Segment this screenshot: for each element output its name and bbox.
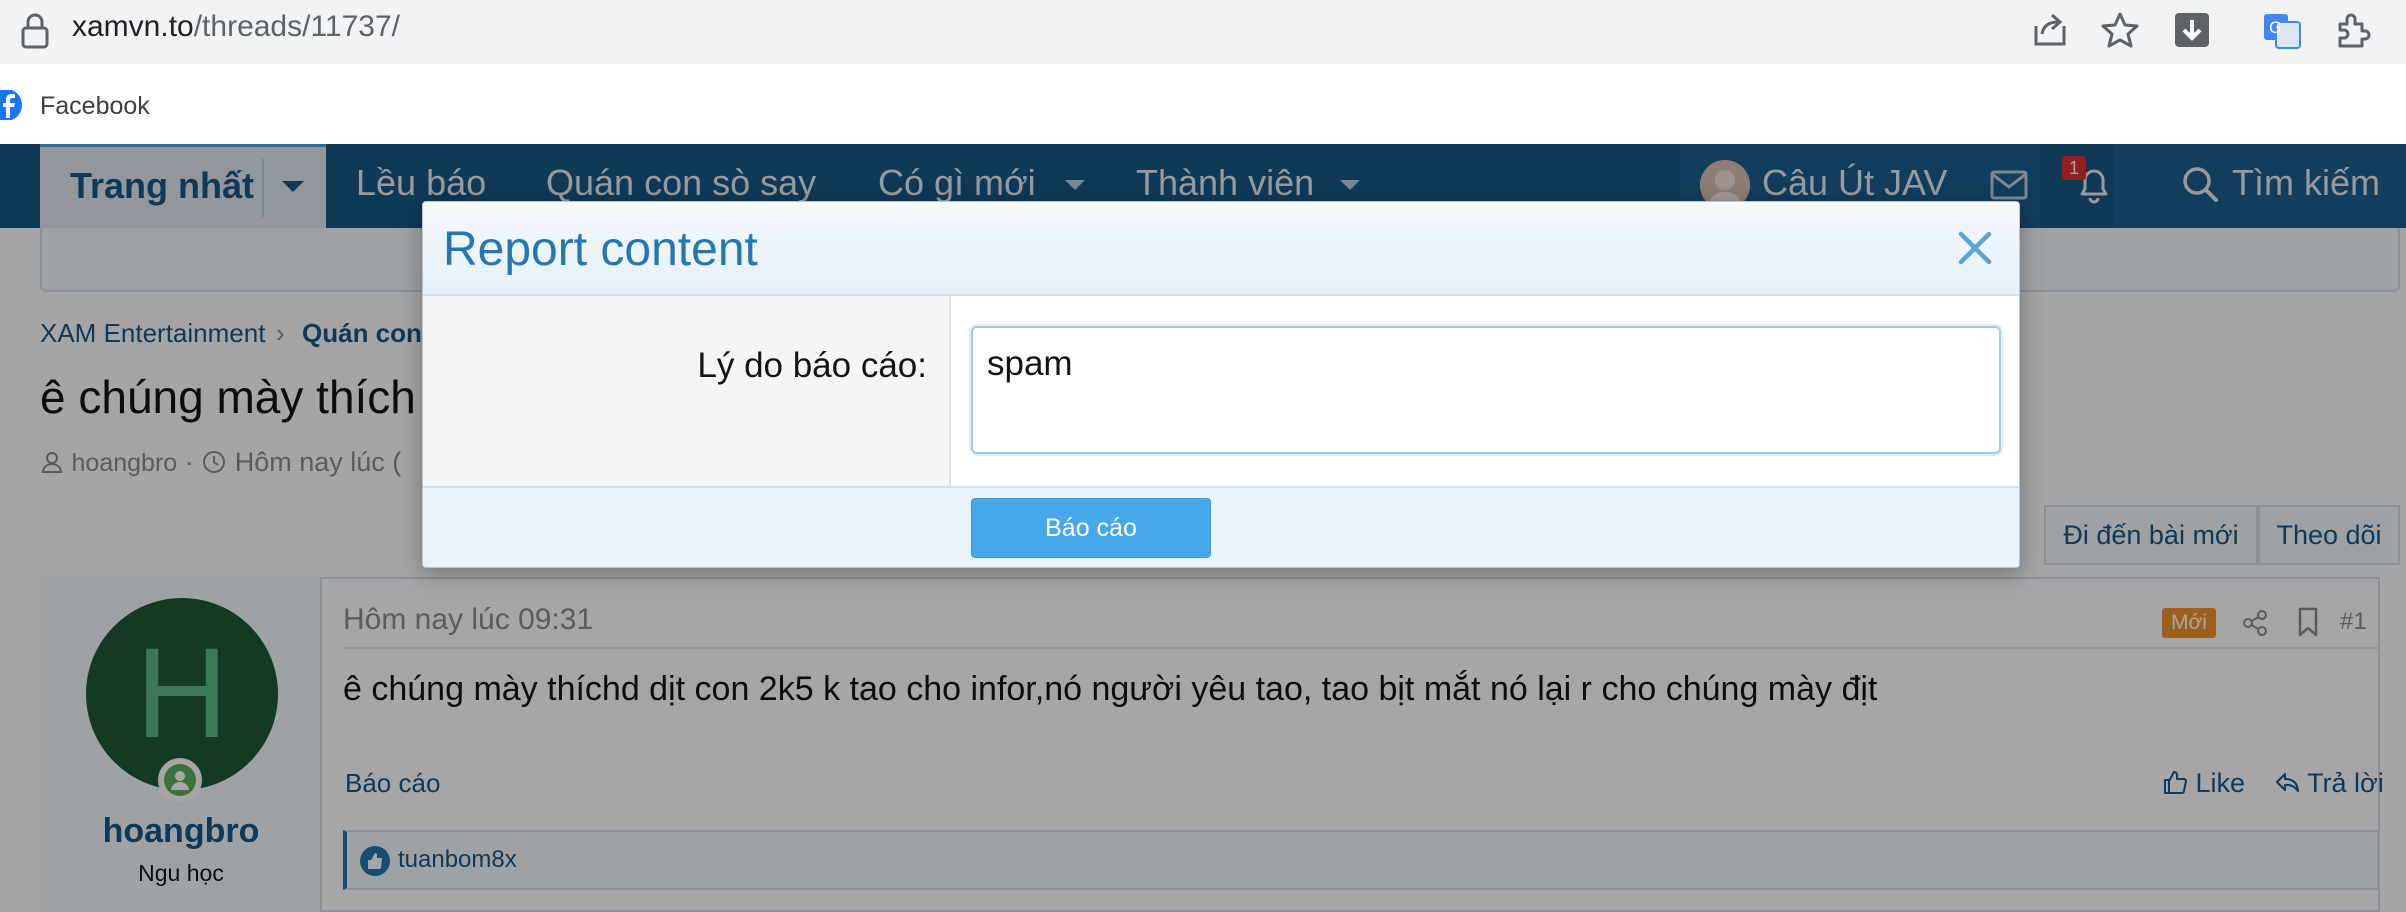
url-path: /threads/11737/: [193, 10, 400, 43]
report-content-dialog: Report content Lý do báo cáo: spam Báo c…: [422, 201, 2020, 568]
submit-report-button[interactable]: Báo cáo: [971, 498, 1211, 558]
close-icon[interactable]: [1953, 226, 1997, 270]
bookmarks-bar: [0, 64, 2406, 144]
lock-icon: [21, 13, 49, 49]
svg-text:G: G: [2269, 18, 2281, 37]
report-reason-input[interactable]: spam: [971, 326, 2001, 454]
dialog-header: Report content: [423, 202, 2019, 296]
browser-address-bar[interactable]: xamvn.to/threads/11737/ G: [0, 0, 2406, 64]
bookmark-star-icon[interactable]: [2100, 10, 2140, 50]
share-icon[interactable]: [2030, 10, 2070, 50]
translate-icon[interactable]: G: [2262, 10, 2302, 50]
extensions-puzzle-icon[interactable]: [2332, 10, 2372, 50]
facebook-icon[interactable]: [0, 90, 24, 120]
url-text[interactable]: xamvn.to/threads/11737/: [72, 10, 400, 44]
url-host: xamvn.to: [72, 10, 194, 43]
dialog-footer: Báo cáo: [423, 486, 2019, 567]
reason-label: Lý do báo cáo:: [697, 346, 927, 385]
dialog-title: Report content: [443, 223, 758, 276]
reason-form-row: Lý do báo cáo: spam: [423, 296, 2019, 486]
bookmark-facebook[interactable]: Facebook: [40, 92, 150, 121]
download-icon[interactable]: [2172, 10, 2212, 50]
reason-label-cell: Lý do báo cáo:: [423, 296, 951, 486]
